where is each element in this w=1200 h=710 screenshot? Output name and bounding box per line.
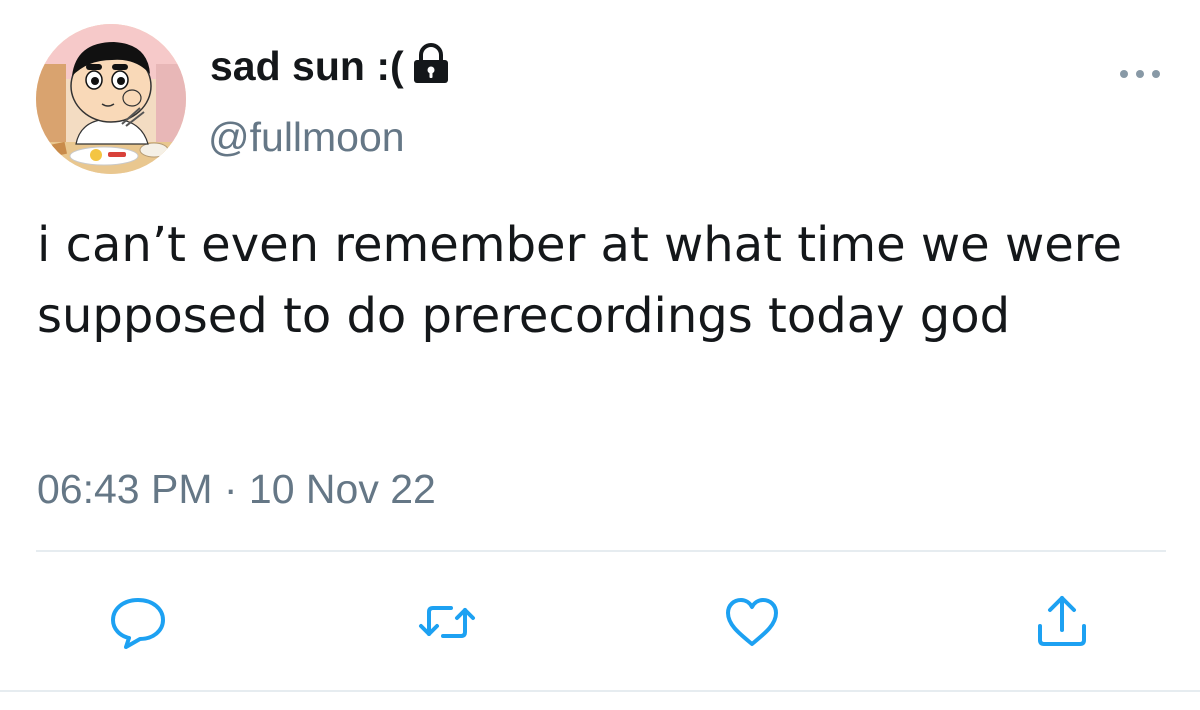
author-header: sad sun :( (210, 38, 454, 94)
like-button[interactable] (720, 590, 784, 654)
display-name[interactable]: sad sun :( (210, 43, 404, 90)
share-button[interactable] (1030, 590, 1094, 654)
share-upload-icon (1038, 596, 1086, 646)
retweet-arrows-icon (419, 606, 475, 638)
timestamp[interactable]: 06:43 PM · 10 Nov 22 (37, 466, 436, 513)
retweet-button[interactable] (415, 590, 479, 654)
heart-icon (726, 598, 778, 646)
username[interactable]: @fullmoon (208, 114, 405, 161)
tweet-text: i can’t even remember at what time we we… (37, 217, 1122, 344)
cartoon-boy-eating-avatar (36, 24, 186, 174)
speech-bubble-icon (111, 598, 165, 649)
tweet-card: sad sun :( @fullmoon i can’t even rememb… (0, 0, 1200, 710)
bottom-divider (0, 690, 1200, 692)
avatar[interactable] (36, 24, 186, 174)
more-horizontal-icon[interactable] (1116, 62, 1164, 86)
lock-icon (408, 41, 454, 87)
action-bar (0, 590, 1200, 654)
reply-button[interactable] (106, 590, 170, 654)
divider (36, 550, 1166, 552)
